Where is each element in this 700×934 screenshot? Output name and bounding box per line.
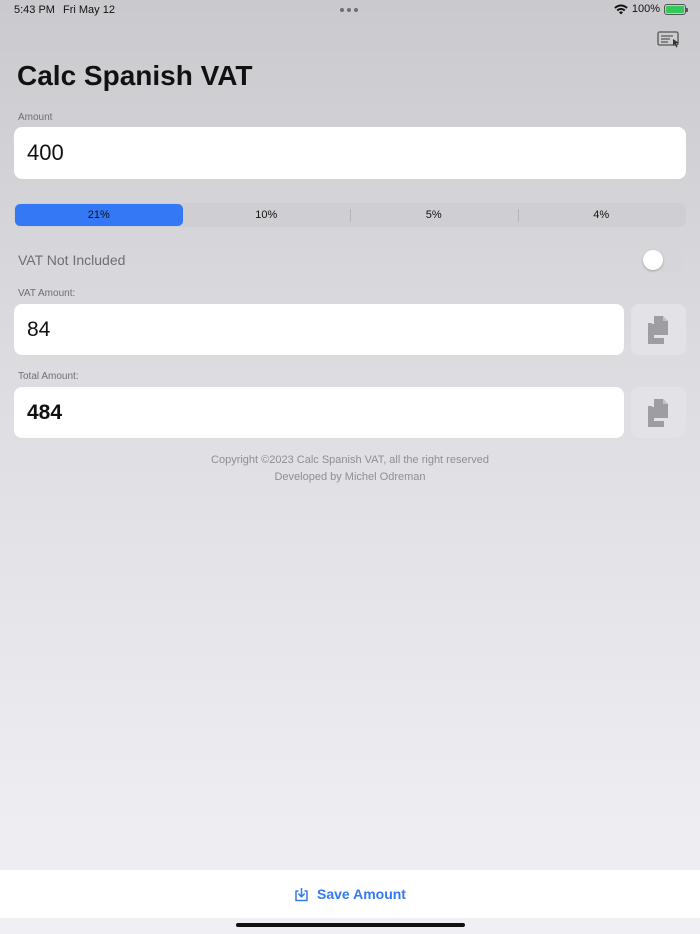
battery-percentage: 100% xyxy=(631,3,660,15)
copy-vat-amount-button[interactable] xyxy=(631,304,686,355)
wifi-icon xyxy=(614,4,628,14)
copy-icon xyxy=(647,315,668,344)
vat-not-included-toggle[interactable] xyxy=(641,248,684,272)
home-indicator[interactable] xyxy=(236,923,465,927)
status-bar: 5:43 PM Fri May 12 100% xyxy=(0,0,700,20)
vat-not-included-label: VAT Not Included xyxy=(18,252,126,268)
text-cursor-icon[interactable] xyxy=(657,30,681,48)
save-amount-button[interactable]: Save Amount xyxy=(294,886,406,902)
vat-rate-option-21[interactable]: 21% xyxy=(15,204,183,226)
status-date: Fri May 12 xyxy=(63,4,115,16)
vat-amount-label: VAT Amount: xyxy=(18,288,76,299)
battery-charging-icon xyxy=(664,3,688,15)
page-title: Calc Spanish VAT xyxy=(17,60,253,91)
amount-value: 400 xyxy=(27,140,64,165)
save-amount-label: Save Amount xyxy=(317,886,406,902)
vat-amount-value: 84 xyxy=(27,317,51,341)
multitasking-dots-icon[interactable] xyxy=(340,8,358,12)
copy-total-amount-button[interactable] xyxy=(631,387,686,438)
amount-label: Amount xyxy=(18,112,53,123)
total-amount-field[interactable]: 484 xyxy=(14,387,624,438)
vat-rate-option-5[interactable]: 5% xyxy=(350,204,518,226)
status-time: 5:43 PM xyxy=(14,4,55,16)
copyright-text: Copyright ©2023 Calc Spanish VAT, all th… xyxy=(211,454,489,466)
bottom-bar: Save Amount xyxy=(0,870,700,918)
status-right: 100% xyxy=(614,3,688,15)
vat-rate-option-10[interactable]: 10% xyxy=(183,204,351,226)
vat-rate-option-4[interactable]: 4% xyxy=(517,204,686,226)
total-amount-value: 484 xyxy=(27,400,63,424)
vat-amount-field[interactable]: 84 xyxy=(14,304,624,355)
developer-credit: Developed by Michel Odreman xyxy=(274,471,426,483)
vat-rate-selector[interactable]: 21% 10% 5% 4% xyxy=(14,203,686,227)
toggle-knob xyxy=(643,250,663,270)
copy-icon xyxy=(647,398,668,427)
save-download-icon xyxy=(295,887,308,901)
total-amount-label: Total Amount: xyxy=(18,371,79,382)
amount-input[interactable]: 400 xyxy=(14,127,686,179)
